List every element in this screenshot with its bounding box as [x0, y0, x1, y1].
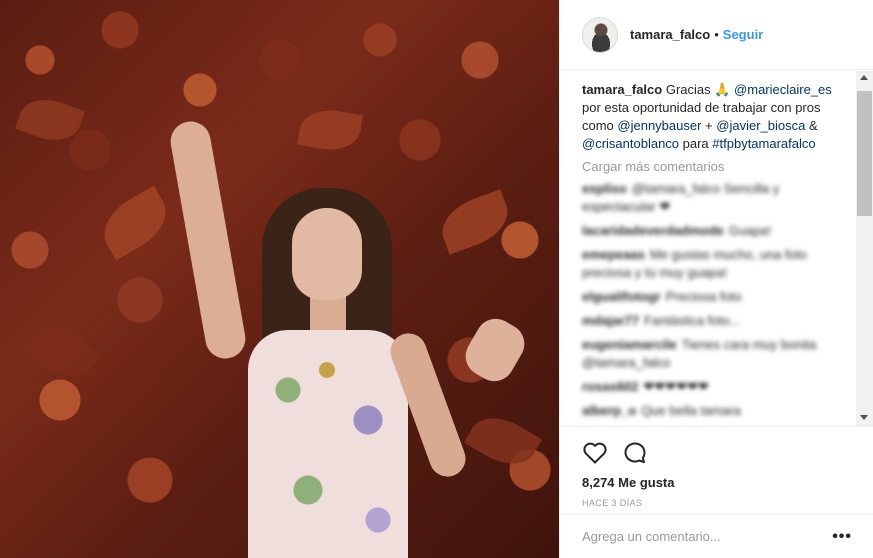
figure-pendant [319, 362, 335, 378]
comment-username[interactable]: eugeniamarcile [582, 337, 677, 352]
comment-username[interactable]: elgualifotogr [582, 289, 661, 304]
comment-username[interactable]: rosas602 [582, 379, 638, 394]
comment-username[interactable]: emepeaas [582, 247, 645, 262]
caption: tamara_falco Gracias 🙏 @marieclaire_es p… [582, 81, 856, 153]
comment-item: alberp_o Que bella tamara [582, 402, 856, 420]
post-username[interactable]: tamara_falco [630, 27, 710, 42]
comment-username[interactable]: espliso [582, 181, 627, 196]
avatar[interactable] [582, 16, 618, 53]
comment-item: elgualifotogr Preciosa foto [582, 288, 856, 306]
comment-text: Preciosa foto [665, 289, 742, 304]
scrollbar[interactable] [856, 71, 873, 426]
figure-arm [167, 118, 249, 362]
add-comment-bar: ••• [560, 514, 873, 558]
scroll-thumb[interactable] [857, 91, 872, 216]
comment-item: rosas602 ❤❤❤❤❤❤ [582, 378, 856, 396]
comments-list[interactable]: tamara_falco Gracias 🙏 @marieclaire_es p… [560, 71, 856, 426]
follow-button[interactable]: Seguir [723, 27, 763, 42]
post-side-panel: tamara_falco • Seguir tamara_falco Graci… [559, 0, 873, 558]
separator-dot: • [714, 27, 719, 42]
leaf [93, 185, 177, 261]
comment-item: espliso @tamara_falco Sencilla y espectac… [582, 180, 856, 216]
post-photo[interactable] [0, 0, 559, 558]
comment-text: Fantástica foto... [644, 313, 741, 328]
post-header: tamara_falco • Seguir [560, 0, 873, 70]
mention-link[interactable]: @marieclaire_es [734, 82, 832, 97]
comment-item: eugeniamarcile Tienes cara muy bonita @ta… [582, 336, 856, 372]
hashtag-link[interactable]: #tfpbytamarafalco [712, 136, 815, 151]
leaf [14, 90, 86, 150]
caption-text: Gracias 🙏 [665, 82, 735, 97]
comment-text: ❤❤❤❤❤❤ [643, 379, 709, 394]
caption-text: + [701, 118, 717, 133]
comment-username[interactable]: alberp_o [582, 403, 636, 418]
comment-item: lacaridadeverdadmode Guapa! [582, 222, 856, 240]
post-timestamp[interactable]: HACE 3 DÍAS [582, 498, 852, 508]
comment-items: espliso @tamara_falco Sencilla y espectac… [582, 180, 856, 426]
likes-count[interactable]: 8,274 Me gusta [582, 475, 852, 490]
comment-text: Que bella tamara [641, 403, 741, 418]
leaf [434, 189, 516, 255]
post-actions: 8,274 Me gusta HACE 3 DÍAS [560, 426, 873, 508]
caption-text: para [679, 136, 713, 151]
leaf [463, 406, 543, 476]
more-options-icon[interactable]: ••• [832, 528, 852, 546]
load-more-comments[interactable]: Cargar más comentarios [582, 159, 856, 174]
comment-username[interactable]: lacaridadeverdadmode [582, 223, 724, 238]
comment-text: Guapa! [728, 223, 772, 238]
scroll-down-arrow[interactable] [860, 415, 868, 420]
mention-link[interactable]: @crisantoblanco [582, 136, 679, 151]
scroll-up-arrow[interactable] [860, 75, 868, 80]
comment-item: emepeaas Me gustas mucho, una foto precio… [582, 246, 856, 282]
leaf [23, 314, 101, 390]
comment-username[interactable]: mdajar77 [582, 313, 639, 328]
mention-link[interactable]: @jennybauser [617, 118, 701, 133]
mention-link[interactable]: @javier_biosca [716, 118, 805, 133]
comment-bubble-icon[interactable] [622, 440, 648, 466]
leaf [296, 105, 364, 155]
comment-item: mdajar77 Fantástica foto... [582, 312, 856, 330]
caption-username[interactable]: tamara_falco [582, 82, 662, 97]
figure-hand [458, 311, 532, 389]
caption-text: & [805, 118, 818, 133]
comment-input[interactable] [582, 529, 822, 544]
like-heart-icon[interactable] [582, 440, 608, 466]
figure-face [292, 208, 362, 300]
